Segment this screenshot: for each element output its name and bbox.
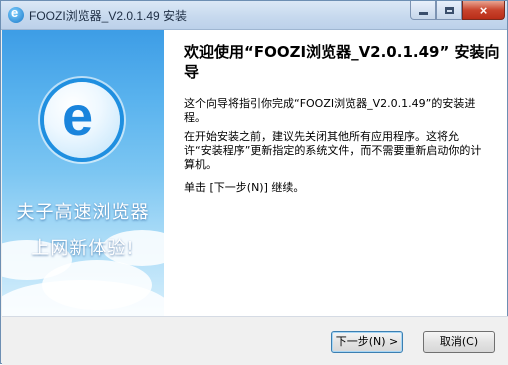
installer-window: FOOZI浏览器_V2.0.1.49 安装 × e 夫子高速浏览器 上网新体验!… [0, 0, 508, 365]
close-icon: × [479, 2, 488, 18]
intro-text: 这个向导将指引你完成“FOOZI浏览器_V2.0.1.49”的安装进程。 [184, 97, 476, 124]
minimize-button[interactable] [410, 1, 436, 20]
page-title: 欢迎使用“FOOZI浏览器_V2.0.1.49” 安装向导 [184, 43, 500, 81]
slogan-line-2: 上网新体验! [31, 238, 135, 259]
window-title: FOOZI浏览器_V2.0.1.49 安装 [29, 9, 188, 23]
minimize-icon [418, 11, 428, 15]
next-button[interactable]: 下一步(N) > [331, 331, 403, 353]
button-bar: 下一步(N) > 取消(C) [2, 316, 508, 365]
cancel-button[interactable]: 取消(C) [423, 331, 495, 353]
browser-logo-icon [8, 5, 24, 23]
title-bar[interactable]: FOOZI浏览器_V2.0.1.49 安装 × [1, 1, 507, 30]
slogan-line-1: 夫子高速浏览器 [16, 202, 150, 223]
maximize-button[interactable] [436, 1, 462, 20]
logo-letter: e [62, 84, 94, 147]
close-button[interactable]: × [462, 1, 505, 20]
window-controls: × [410, 1, 505, 21]
side-banner: e 夫子高速浏览器 上网新体验! [2, 30, 164, 316]
advice-text: 在开始安装之前，建议先关闭其他所有应用程序。这将允许“安装程序”更新指定的系统文… [184, 130, 482, 171]
welcome-panel: 欢迎使用“FOOZI浏览器_V2.0.1.49” 安装向导 这个向导将指引你完成… [164, 30, 507, 316]
maximize-icon [444, 6, 454, 14]
continue-hint: 单击 [下一步(N)] 继续。 [184, 181, 305, 194]
browser-logo: e [44, 82, 120, 158]
